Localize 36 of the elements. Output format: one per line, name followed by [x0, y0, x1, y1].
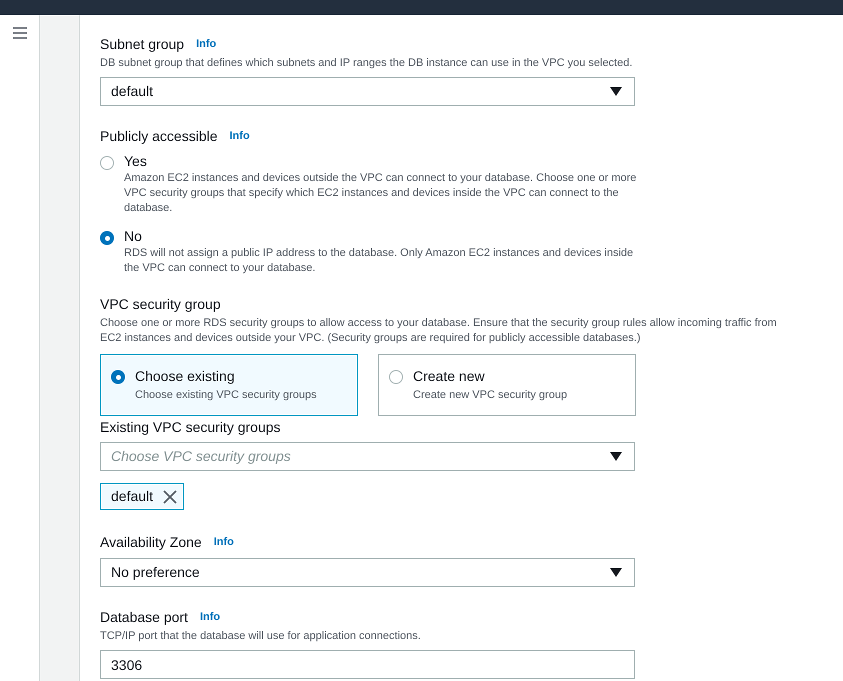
info-link[interactable]: Info	[200, 609, 220, 626]
field-description: RDS will not assign a public IP address to the database. Only Amazon EC2 instances and devices inside the VPC can connect to your database.	[124, 246, 634, 276]
field-label: Publicly accessible	[100, 128, 218, 145]
info-link[interactable]: Info	[230, 128, 250, 145]
info-link[interactable]: Info	[196, 36, 216, 53]
option-card[interactable]: Create new Create new VPC security group	[378, 354, 636, 416]
caret-down-icon	[610, 452, 622, 461]
field-description: TCP/IP port that the database will use for application connections.	[100, 629, 422, 644]
field-description: DB subnet group that defines which subnets and IP ranges the DB instance can use in the VPC you selected.	[100, 56, 634, 71]
port-input[interactable]: 3306	[100, 650, 635, 679]
caret-down-icon	[610, 568, 622, 577]
field-label: VPC security group	[100, 296, 221, 313]
radio-button[interactable]	[389, 370, 403, 384]
field-label: Database port	[100, 609, 188, 626]
field-label: Availability Zone	[100, 534, 202, 551]
option-label: Choose existing	[135, 368, 236, 385]
field-label: Subnet group	[100, 36, 184, 53]
select-field[interactable]: No preference	[100, 558, 635, 587]
radio-button[interactable]	[111, 370, 125, 384]
radio-button[interactable]	[100, 231, 114, 245]
field-label: Existing VPC security groups	[100, 419, 281, 436]
radio-button[interactable]	[100, 156, 114, 170]
option-description: Create new VPC security group	[413, 388, 568, 403]
info-link[interactable]: Info	[214, 534, 234, 551]
field-description: Amazon EC2 instances and devices outside the VPC can connect to your database. Choose one or more VPC security groups that specify which EC2 instances and devices inside the VPC can connect to the database.	[124, 171, 638, 216]
select-field[interactable]: default	[100, 77, 635, 106]
caret-down-icon	[610, 87, 622, 96]
option-label: Create new	[413, 368, 486, 385]
field-description: Choose one or more RDS security groups to allow access to your database. Ensure that the security group rules allow incoming traffic from EC2 instances and devices outside your VPC. (Security groups are required for publicly accessible databases.)	[100, 316, 778, 346]
option-description: Choose existing VPC security groups	[135, 388, 317, 403]
option-card[interactable]: Choose existing Choose existing VPC security groups	[100, 354, 358, 416]
option-label: Yes	[124, 153, 148, 170]
token-label: default	[111, 487, 154, 506]
menu-icon[interactable]	[12, 27, 26, 39]
option-label: No	[124, 228, 143, 245]
close-icon[interactable]	[163, 490, 178, 504]
